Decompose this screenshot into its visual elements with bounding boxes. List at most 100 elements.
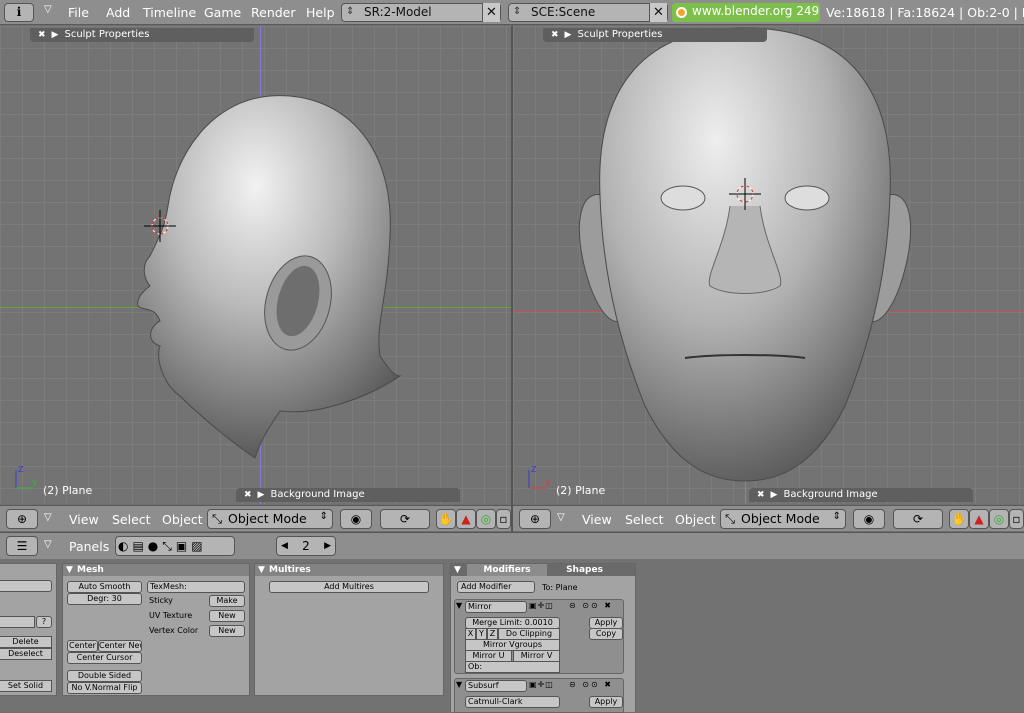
- screen-selector[interactable]: ⇕ SR:2-Model ✕: [341, 3, 501, 22]
- translate-manipulator-icon[interactable]: ▲: [456, 509, 476, 529]
- uv-texture-new-button[interactable]: New: [209, 610, 245, 622]
- menu-select[interactable]: Select: [625, 512, 664, 527]
- center-cursor-button[interactable]: Center Cursor: [67, 652, 142, 664]
- context-buttons[interactable]: ◐▤●⤡▣▨: [115, 536, 235, 556]
- expand-icon[interactable]: ▶: [565, 28, 572, 42]
- sticky-make-button[interactable]: Make: [209, 595, 245, 607]
- modifier-display-icons[interactable]: ▣✛◫: [529, 680, 554, 689]
- collapse-icon[interactable]: ▼: [258, 564, 265, 576]
- subsurf-apply-button[interactable]: Apply: [589, 696, 623, 708]
- degree-field[interactable]: Degr: 30: [67, 593, 142, 605]
- name-field[interactable]: [0, 580, 52, 592]
- menu-file[interactable]: File: [68, 5, 89, 20]
- add-modifier-dropdown[interactable]: Add Modifier: [457, 581, 535, 593]
- menu-view[interactable]: View: [582, 512, 612, 527]
- menu-select[interactable]: Select: [112, 512, 151, 527]
- pivot-icon[interactable]: ⟳: [893, 509, 943, 529]
- screen-close-icon[interactable]: ✕: [482, 3, 500, 22]
- vertex-color-new-button[interactable]: New: [209, 625, 245, 637]
- modifier-move-icons[interactable]: ⊝ ⊙⊙ ✖: [569, 680, 613, 689]
- mode-selector[interactable]: ⤡ Object Mode ⇕: [720, 509, 846, 529]
- mirror-name-field[interactable]: Mirror: [465, 601, 527, 613]
- collapse-icon[interactable]: ▼: [454, 564, 461, 576]
- menu-object[interactable]: Object: [162, 512, 203, 527]
- rotate-manipulator-icon[interactable]: ◎: [476, 509, 496, 529]
- deselect-button[interactable]: Deselect: [0, 648, 52, 660]
- material-field[interactable]: [0, 616, 35, 628]
- draw-type-icon[interactable]: ◉: [853, 509, 885, 529]
- info-icon[interactable]: i: [4, 3, 34, 22]
- double-sided-button[interactable]: Double Sided: [67, 670, 142, 682]
- rotate-manipulator-icon[interactable]: ◎: [989, 509, 1009, 529]
- delete-button[interactable]: Delete: [0, 636, 52, 648]
- scene-selector[interactable]: ⇕ SCE:Scene ✕: [508, 3, 668, 22]
- increment-icon[interactable]: ▶: [324, 537, 331, 555]
- draw-type-icon[interactable]: ◉: [340, 509, 372, 529]
- editor-type-icon[interactable]: ⊕: [519, 509, 551, 529]
- sculpt-properties-panel-left[interactable]: ✖ ▶ Sculpt Properties: [30, 28, 254, 42]
- frame-number-field[interactable]: ◀ 2 ▶: [276, 536, 336, 556]
- scale-manipulator-icon[interactable]: ▫: [1009, 509, 1024, 529]
- background-image-panel-right[interactable]: ✖ ▶ Background Image: [749, 488, 973, 502]
- editor-type-icon[interactable]: ⊕: [6, 509, 38, 529]
- subsurf-name-field[interactable]: Subsurf: [465, 680, 527, 692]
- menu-object[interactable]: Object: [675, 512, 716, 527]
- material-value[interactable]: ?: [36, 616, 52, 628]
- head-profile-model[interactable]: [120, 86, 410, 466]
- menu-game[interactable]: Game: [204, 5, 241, 20]
- modifier-move-icons[interactable]: ⊝ ⊙⊙ ✖: [569, 601, 613, 610]
- expand-icon[interactable]: ▼: [456, 601, 462, 610]
- scale-manipulator-icon[interactable]: ▫: [496, 509, 511, 529]
- menu-timeline[interactable]: Timeline: [143, 5, 196, 20]
- blender-url-link[interactable]: www.blender.org 249.2: [672, 3, 820, 22]
- no-vnormal-flip-button[interactable]: No V.Normal Flip: [67, 682, 142, 694]
- center-button[interactable]: Center: [67, 640, 98, 652]
- header-collapse-icon[interactable]: ▽: [557, 512, 565, 523]
- viewport-right[interactable]: ✖ ▶ Sculpt Properties Z X (2) Plane ✖ ▶ Back…: [513, 26, 1024, 504]
- scene-browse-icon[interactable]: ⇕: [513, 6, 521, 17]
- translate-manipulator-icon[interactable]: ▲: [969, 509, 989, 529]
- menu-help[interactable]: Help: [306, 5, 335, 20]
- close-icon[interactable]: ✖: [551, 28, 559, 42]
- expand-icon[interactable]: ▼: [456, 680, 462, 689]
- hand-transform-icon[interactable]: ✋: [949, 509, 969, 529]
- tab-modifiers[interactable]: Modifiers: [467, 564, 547, 576]
- sculpt-properties-panel-right[interactable]: ✖ ▶ Sculpt Properties: [543, 28, 767, 42]
- mode-selector[interactable]: ⤡ Object Mode ⇕: [207, 509, 333, 529]
- expand-icon[interactable]: ▶: [771, 488, 778, 502]
- set-solid-button[interactable]: Set Solid: [0, 680, 52, 692]
- close-icon[interactable]: ✖: [757, 488, 765, 502]
- hand-transform-icon[interactable]: ✋: [436, 509, 456, 529]
- menu-collapse-icon[interactable]: ▽: [44, 4, 52, 15]
- mirror-object-field[interactable]: Ob:: [465, 661, 560, 673]
- close-icon[interactable]: ✖: [244, 488, 252, 502]
- panels-menu[interactable]: Panels: [69, 539, 109, 554]
- mirror-copy-button[interactable]: Copy: [589, 628, 623, 640]
- background-image-panel-left[interactable]: ✖ ▶ Background Image: [236, 488, 460, 502]
- head-front-model[interactable]: [565, 26, 925, 486]
- header-collapse-icon[interactable]: ▽: [44, 512, 52, 523]
- multires-panel-header[interactable]: ▼ Multires: [255, 564, 443, 576]
- pivot-icon[interactable]: ⟳: [380, 509, 430, 529]
- editor-type-icon[interactable]: ☰: [6, 536, 38, 556]
- menu-add[interactable]: Add: [106, 5, 130, 20]
- center-new-button[interactable]: Center New: [98, 640, 142, 652]
- add-multires-button[interactable]: Add Multires: [269, 581, 429, 593]
- subsurf-type-dropdown[interactable]: Catmull-Clark: [465, 696, 560, 708]
- collapse-icon[interactable]: ▼: [66, 564, 73, 576]
- decrement-icon[interactable]: ◀: [281, 537, 288, 555]
- scene-close-icon[interactable]: ✕: [649, 3, 667, 22]
- modifier-display-icons[interactable]: ▣✛◫: [529, 601, 554, 610]
- viewport-left[interactable]: ✖ ▶ Sculpt Properties Z Y (2) Plane ✖ ▶ Back…: [0, 26, 511, 504]
- expand-icon[interactable]: ▶: [258, 488, 265, 502]
- mesh-panel-header[interactable]: ▼ Mesh: [63, 564, 249, 576]
- screen-browse-icon[interactable]: ⇕: [346, 6, 354, 17]
- close-icon[interactable]: ✖: [38, 28, 46, 42]
- menu-render[interactable]: Render: [251, 5, 296, 20]
- auto-smooth-button[interactable]: Auto Smooth: [67, 581, 142, 593]
- expand-icon[interactable]: ▶: [52, 28, 59, 42]
- header-collapse-icon[interactable]: ▽: [44, 539, 52, 550]
- texmesh-field[interactable]: TexMesh:: [147, 581, 245, 593]
- menu-view[interactable]: View: [69, 512, 99, 527]
- tab-shapes[interactable]: Shapes: [547, 564, 622, 576]
